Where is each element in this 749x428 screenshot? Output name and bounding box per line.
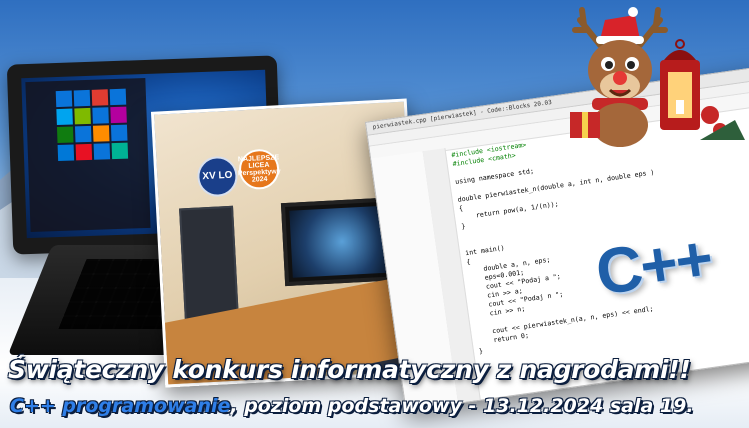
subline: C++ programowanie, poziom podstawowy - 1… [10, 395, 749, 417]
subline-accent: C++ programowanie [10, 395, 231, 417]
banner-scene: XV LO NAJLEPSZE LICEA Perspektywy 2024 p… [0, 0, 749, 428]
ranking-badge: NAJLEPSZE LICEA Perspektywy 2024 [238, 148, 281, 191]
headline: Świąteczny konkurs informatyczny z nagro… [8, 355, 691, 384]
reindeer-icon [570, 7, 745, 147]
cpp-logo: C++ [591, 221, 716, 309]
school-badge: XV LO [196, 155, 239, 198]
lantern-icon [660, 39, 700, 130]
gift-icon [570, 112, 600, 138]
subline-rest: , poziom podstawowy - 13.12.2024 sala 19… [230, 395, 694, 417]
start-menu [25, 77, 151, 233]
pc-tower [179, 205, 239, 323]
